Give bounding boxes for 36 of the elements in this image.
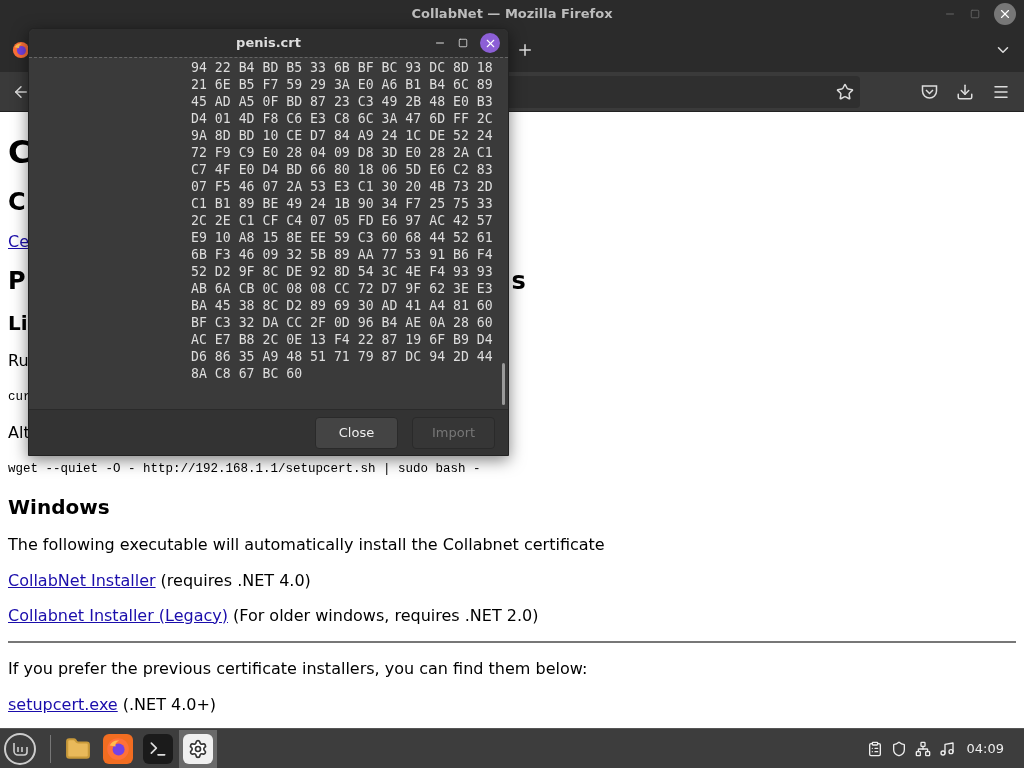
hex-row: 8A C8 67 BC 60 <box>191 365 303 382</box>
hex-row: 6B F3 46 09 32 5B 89 AA 77 53 91 B6 F4 <box>191 246 493 263</box>
hex-row: 2C 2E C1 CF C4 07 05 FD E6 97 AC 42 57 <box>191 212 493 229</box>
window-title: CollabNet — Mozilla Firefox <box>411 5 613 24</box>
section-heading: C <box>8 190 26 214</box>
page-heading: C <box>8 136 32 168</box>
hex-row: E9 10 A8 15 8E EE 59 C3 60 68 44 52 61 <box>191 229 493 246</box>
paragraph: The following executable will automatically install the Collabnet certificate <box>8 537 605 553</box>
code-line: wget --quiet -O - http://192.168.1.1/setupcert.sh | sudo bash - <box>8 462 481 476</box>
hex-row: AB 6A CB 0C 08 08 CC 72 D7 9F 62 3E E3 <box>191 280 493 297</box>
paragraph: If you prefer the previous certificate installers, you can find them below: <box>8 661 588 677</box>
hex-row: 9A 8D BD 10 CE D7 84 A9 24 1C DE 52 24 <box>191 127 493 144</box>
link-note: (requires .NET 4.0) <box>160 572 311 589</box>
section-heading: s <box>511 269 526 293</box>
hex-row: BA 45 38 8C D2 89 69 30 AD 41 A4 81 60 <box>191 297 493 314</box>
link-note: (.NET 4.0+) <box>122 696 217 713</box>
hex-row: 45 AD A5 0F BD 87 23 C3 49 2B 48 E0 B3 <box>191 93 493 110</box>
hex-row: AC E7 B8 2C 0E 13 F4 22 87 19 6F B9 D4 <box>191 331 493 348</box>
hex-row: 72 F9 C9 E0 28 04 09 D8 3D E0 28 2A C1 <box>191 144 493 161</box>
hex-row: D4 01 4D F8 C6 E3 C8 6C 3A 47 6D FF 2C <box>191 110 493 127</box>
section-heading: P <box>8 269 26 293</box>
paragraph: Alt <box>8 425 30 441</box>
dialog-title: penis.crt <box>236 34 301 53</box>
link-note: (For older windows, requires .NET 2.0) <box>233 607 539 624</box>
hex-row: D6 86 35 A9 48 51 71 79 87 DC 94 2D 44 <box>191 348 493 365</box>
hex-row: 94 22 B4 BD B5 33 6B BF BC 93 DC 8D 18 <box>191 59 493 76</box>
hex-row: 21 6E B5 F7 59 29 3A E0 A6 B1 B4 6C 89 <box>191 76 493 93</box>
hex-row: C7 4F E0 D4 BD 66 80 18 06 5D E6 C2 83 <box>191 161 493 178</box>
paragraph: Ru <box>8 353 29 369</box>
subsection-heading: Li <box>8 313 28 333</box>
subsection-heading: Windows <box>8 497 110 517</box>
hex-row: C1 B1 89 BE 49 24 1B 90 34 F7 25 75 33 <box>191 195 493 212</box>
hex-row: BF C3 32 DA CC 2F 0D 96 B4 AE 0A 28 60 <box>191 314 493 331</box>
hex-row: 52 D2 9F 8C DE 92 8D 54 3C 4E F4 93 93 <box>191 263 493 280</box>
code-line: cur <box>8 390 31 404</box>
hex-row: 07 F5 46 07 2A 53 E3 C1 30 20 4B 73 2D <box>191 178 493 195</box>
